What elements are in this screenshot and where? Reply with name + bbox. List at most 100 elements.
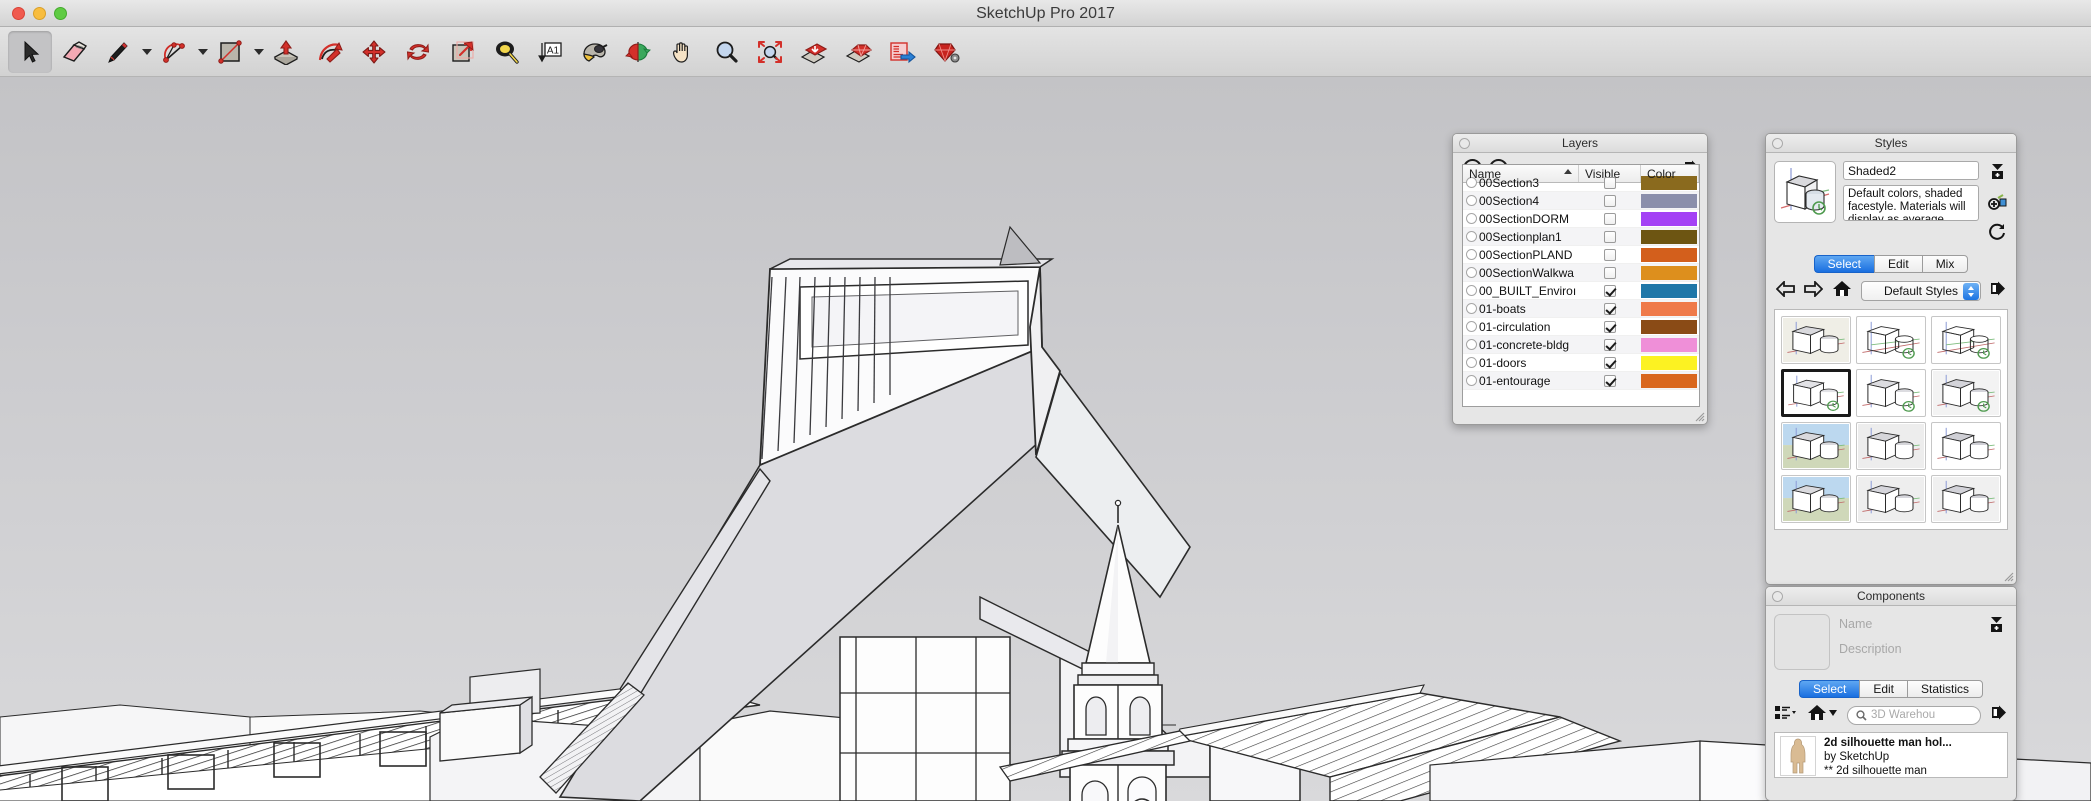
layer-visible-checkbox[interactable] [1579, 248, 1641, 261]
tab-styles-select[interactable]: Select [1813, 255, 1874, 273]
component-preview-thumbnail[interactable] [1774, 614, 1830, 670]
create-style-icon[interactable] [1989, 163, 2006, 185]
line-tool[interactable] [96, 31, 140, 73]
styles-details-flyout-icon[interactable] [1990, 281, 2006, 301]
layer-color-swatch[interactable] [1641, 247, 1699, 262]
style-thumbnail[interactable] [1781, 475, 1851, 523]
style-description-field[interactable]: Default colors, shaded facestyle. Materi… [1843, 185, 1979, 221]
layer-active-radio[interactable] [1463, 231, 1479, 242]
components-details-flyout-icon[interactable] [1991, 705, 2007, 725]
layer-row[interactable]: 01-entourage [1463, 372, 1699, 390]
column-header-name[interactable]: Name [1463, 165, 1579, 182]
style-thumbnail[interactable] [1856, 316, 1926, 364]
layer-visible-checkbox[interactable] [1579, 338, 1641, 351]
rectangle-tool-dropdown-icon[interactable] [254, 48, 264, 55]
layers-panel[interactable]: Layers Name Visible Color 00Section3 00Se… [1452, 133, 1708, 425]
layer-row[interactable]: 00SectionWalkwa [1463, 264, 1699, 282]
styles-thumbnail-grid[interactable] [1774, 309, 2008, 530]
current-style-thumbnail[interactable] [1774, 161, 1836, 223]
rotate-tool[interactable] [396, 31, 440, 73]
orbit-tool[interactable] [616, 31, 660, 73]
layers-table[interactable]: Name Visible Color 00Section3 00Section4 0… [1462, 164, 1700, 407]
layer-active-radio[interactable] [1463, 267, 1479, 278]
layer-row[interactable]: 00Section4 [1463, 192, 1699, 210]
scale-tool[interactable] [440, 31, 484, 73]
tab-components-statistics[interactable]: Statistics [1907, 680, 1984, 698]
components-tab-bar[interactable]: Select Edit Statistics [1766, 680, 2016, 698]
layer-row[interactable]: 01-doors [1463, 354, 1699, 372]
style-collection-stepper-icon[interactable] [1963, 283, 1979, 300]
layer-active-radio[interactable] [1463, 375, 1479, 386]
styles-resize-grip[interactable] [2002, 570, 2014, 582]
layer-row[interactable]: 00_BUILT_Enviroı [1463, 282, 1699, 300]
style-thumbnail[interactable] [1856, 422, 1926, 470]
layer-color-swatch[interactable] [1641, 355, 1699, 370]
layer-active-radio[interactable] [1463, 195, 1479, 206]
tab-components-edit[interactable]: Edit [1859, 680, 1908, 698]
tab-styles-edit[interactable]: Edit [1874, 255, 1922, 273]
tab-components-select[interactable]: Select [1798, 680, 1860, 698]
layer-row[interactable]: 01-concrete-bldg [1463, 336, 1699, 354]
component-search-input[interactable]: 3D Warehou [1847, 705, 1981, 725]
style-thumbnail[interactable] [1931, 475, 2001, 523]
layer-visible-checkbox[interactable] [1579, 284, 1641, 297]
paint-bucket-tool[interactable] [572, 31, 616, 73]
layer-visible-checkbox[interactable] [1579, 356, 1641, 369]
layer-color-swatch[interactable] [1641, 265, 1699, 280]
tab-styles-mix[interactable]: Mix [1921, 255, 1969, 273]
layer-active-radio[interactable] [1463, 321, 1479, 332]
layers-resize-grip[interactable] [1693, 410, 1705, 422]
move-tool[interactable] [352, 31, 396, 73]
style-thumbnail[interactable] [1931, 316, 2001, 364]
layer-color-swatch[interactable] [1641, 283, 1699, 298]
eraser-tool[interactable] [52, 31, 96, 73]
share-model-tool[interactable] [836, 31, 880, 73]
column-header-color[interactable]: Color [1641, 165, 1699, 182]
select-tool[interactable] [8, 30, 52, 73]
pan-tool[interactable] [660, 31, 704, 73]
layer-color-swatch[interactable] [1641, 373, 1699, 388]
zoom-extents-tool[interactable] [748, 31, 792, 73]
style-thumbnail[interactable] [1931, 422, 2001, 470]
layer-visible-checkbox[interactable] [1579, 194, 1641, 207]
layer-color-swatch[interactable] [1641, 301, 1699, 316]
layers-rows[interactable]: 00Section3 00Section4 00SectionDORM 00Secti… [1463, 174, 1699, 390]
line-tool-dropdown-icon[interactable] [142, 48, 152, 55]
update-style-with-model-icon[interactable] [1987, 192, 2007, 215]
layer-visible-checkbox[interactable] [1579, 302, 1641, 315]
layer-active-radio[interactable] [1463, 339, 1479, 350]
layer-color-swatch[interactable] [1641, 337, 1699, 352]
layer-visible-checkbox[interactable] [1579, 266, 1641, 279]
styles-collapse-button[interactable] [1772, 138, 1783, 149]
text-tool[interactable]: A1 [528, 31, 572, 73]
get-models-tool[interactable] [792, 31, 836, 73]
layer-color-swatch[interactable] [1641, 229, 1699, 244]
layers-collapse-button[interactable] [1459, 138, 1470, 149]
layer-visible-checkbox[interactable] [1579, 320, 1641, 333]
layer-active-radio[interactable] [1463, 357, 1479, 368]
layer-row[interactable]: 01-circulation [1463, 318, 1699, 336]
style-collection-select[interactable]: Default Styles [1861, 281, 1981, 301]
layer-color-swatch[interactable] [1641, 193, 1699, 208]
component-results-list[interactable]: 2d silhouette man hol... by SketchUp ** … [1774, 732, 2008, 778]
layer-active-radio[interactable] [1463, 213, 1479, 224]
layer-active-radio[interactable] [1463, 249, 1479, 260]
style-name-field[interactable]: Shaded2 [1843, 161, 1979, 180]
refresh-style-icon[interactable] [1988, 222, 2006, 245]
layer-visible-checkbox[interactable] [1579, 212, 1641, 225]
components-collapse-button[interactable] [1772, 591, 1783, 602]
styles-tab-bar[interactable]: Select Edit Mix [1766, 255, 2016, 273]
layer-color-swatch[interactable] [1641, 319, 1699, 334]
style-thumbnail[interactable] [1856, 369, 1926, 417]
layer-row[interactable]: 00Sectionplan1 [1463, 228, 1699, 246]
extension-manager-tool[interactable] [924, 31, 968, 73]
components-panel[interactable]: Components Name Description Select Edit … [1765, 586, 2017, 801]
style-thumbnail[interactable] [1781, 316, 1851, 364]
arc-tool-dropdown-icon[interactable] [198, 48, 208, 55]
view-options-icon[interactable] [1775, 705, 1797, 726]
layer-row[interactable]: 01-boats [1463, 300, 1699, 318]
layer-visible-checkbox[interactable] [1579, 374, 1641, 387]
home-icon[interactable] [1832, 280, 1852, 302]
layer-row[interactable]: 00SectionPLAND [1463, 246, 1699, 264]
push-pull-tool[interactable] [264, 31, 308, 73]
